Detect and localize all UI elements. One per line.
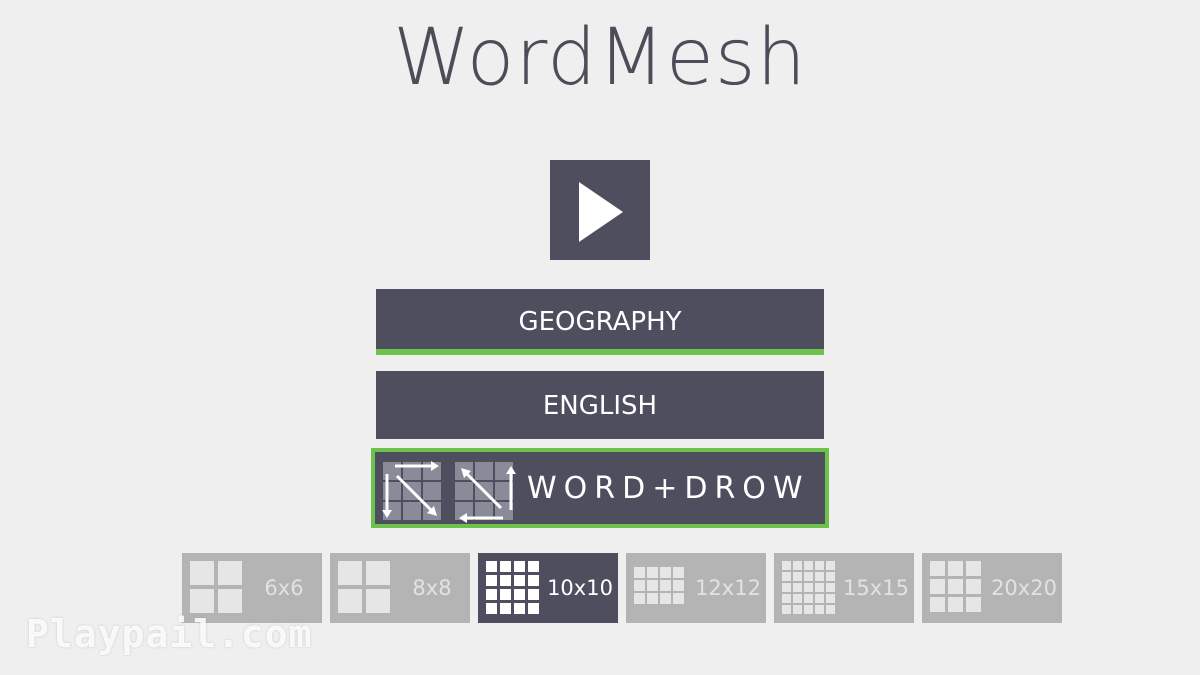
grid-size-15x15-button[interactable]: 15x15: [774, 553, 914, 623]
grid-size-label: 15x15: [843, 576, 909, 600]
game-title: WordMesh: [393, 13, 807, 103]
grid-size-label: 12x12: [695, 576, 761, 600]
play-button[interactable]: [550, 160, 650, 260]
grid-arrows-reverse-icon: [455, 462, 516, 523]
category-english-button[interactable]: ENGLISH: [376, 371, 824, 439]
grid-size-8x8-button[interactable]: 8x8: [330, 553, 470, 623]
mode-label: WORD+DROW: [527, 471, 810, 506]
grid-4x4-icon: [486, 561, 539, 614]
category-geography-button[interactable]: GEOGRAPHY: [376, 289, 824, 355]
grid-4x4-icon: [634, 567, 684, 604]
word-drow-mode-button[interactable]: WORD+DROW: [371, 448, 829, 528]
grid-2x2-icon: [190, 561, 242, 613]
main-menu-screen: WordMesh GEOGRAPHY ENGLISH WORD+DROW 6x6…: [0, 0, 1200, 675]
grid-5x5-icon: [782, 561, 835, 614]
grid-arrows-forward-icon: [382, 461, 441, 520]
grid-size-label: 20x20: [991, 576, 1057, 600]
grid-size-label: 10x10: [547, 576, 613, 600]
grid-size-20x20-button[interactable]: 20x20: [922, 553, 1062, 623]
grid-2x2-icon: [338, 561, 390, 613]
grid-size-label: 8x8: [412, 576, 452, 600]
play-icon: [579, 182, 623, 242]
watermark: Playpail.com: [26, 612, 313, 656]
grid-3x3-icon: [930, 561, 981, 612]
grid-size-12x12-button[interactable]: 12x12: [626, 553, 766, 623]
grid-size-10x10-button[interactable]: 10x10: [478, 553, 618, 623]
